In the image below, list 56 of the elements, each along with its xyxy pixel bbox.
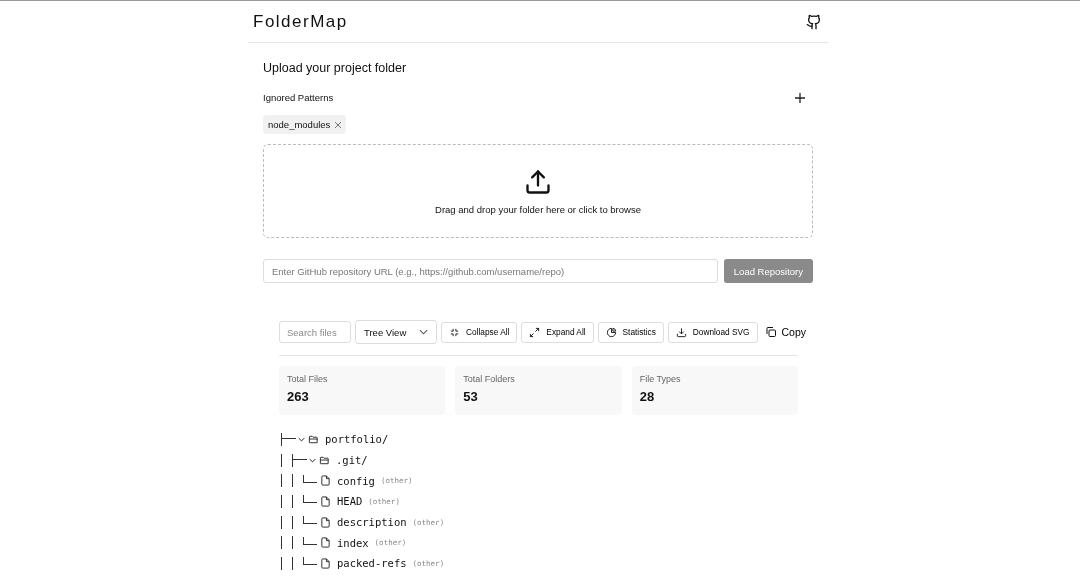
download-icon [675,326,687,338]
tree-item-name[interactable]: index [337,536,369,549]
collapse-icon [449,326,460,338]
chevron-icon[interactable] [309,457,316,463]
section-title: Upload your project folder [263,61,408,75]
tree-guide-line [281,494,282,508]
add-icon[interactable] [795,92,805,103]
file-icon [320,557,331,569]
view-dropdown[interactable]: Tree View [355,320,437,344]
expand-icon [529,326,541,338]
tree-guide-line [292,556,293,570]
upload-icon [524,167,552,196]
stat-value: 28 [639,389,656,404]
file-icon [320,495,331,507]
copy-icon [764,326,777,338]
tree-guide-line [292,515,293,529]
tree-item-name[interactable]: .git/ [336,454,368,467]
stat-label: Total Files [287,374,329,384]
tree-item-name[interactable]: portfolio/ [325,433,389,446]
github-icon[interactable] [806,13,822,30]
file-icon [320,516,331,528]
pattern-tag: node_modules [263,115,347,134]
ignored-patterns-label: Ignored Patterns [263,92,334,103]
copy-button[interactable]: Copy [761,326,810,338]
collapse-button[interactable]: Collapse All [441,321,518,343]
remove-icon[interactable] [335,121,342,128]
chevron-down-icon [419,329,428,335]
expand-button[interactable]: Expand All [521,321,594,343]
tree-guide-line [292,474,293,488]
stat-label: Total Folders [463,374,516,384]
download-button[interactable]: Download SVG [667,321,758,343]
tree-guide-line [292,494,293,508]
tree-item-name[interactable]: config [337,474,375,487]
drop-zone[interactable]: Drag and drop your folder here or click to browse [263,144,813,238]
drop-zone-text: Drag and drop your folder here or click to browse [435,203,641,215]
tree-guide-line [281,536,282,550]
tree-item-name[interactable]: packed-refs [337,557,407,570]
tree-guide-line [281,453,282,467]
tree-guide-line [281,474,282,488]
app-title: FolderMap [253,11,348,32]
stat-value: 263 [287,389,310,404]
tree-guide-line [281,556,282,570]
folder-icon [308,433,319,445]
tree-guide-line [292,536,293,550]
search-field[interactable]: Search files [279,321,351,343]
stat-label: File Types [639,374,682,384]
chevron-icon[interactable] [298,436,305,442]
tree-guide-line [281,515,282,529]
pie-chart-icon [605,326,617,338]
file-icon [320,475,331,487]
stat-value: 53 [463,389,479,404]
tree-item-name[interactable]: HEAD [337,495,363,508]
tree-item-name[interactable]: description [337,516,407,529]
folder-icon [319,454,330,466]
stats-button[interactable]: Statistics [597,321,664,343]
file-icon [320,537,331,549]
